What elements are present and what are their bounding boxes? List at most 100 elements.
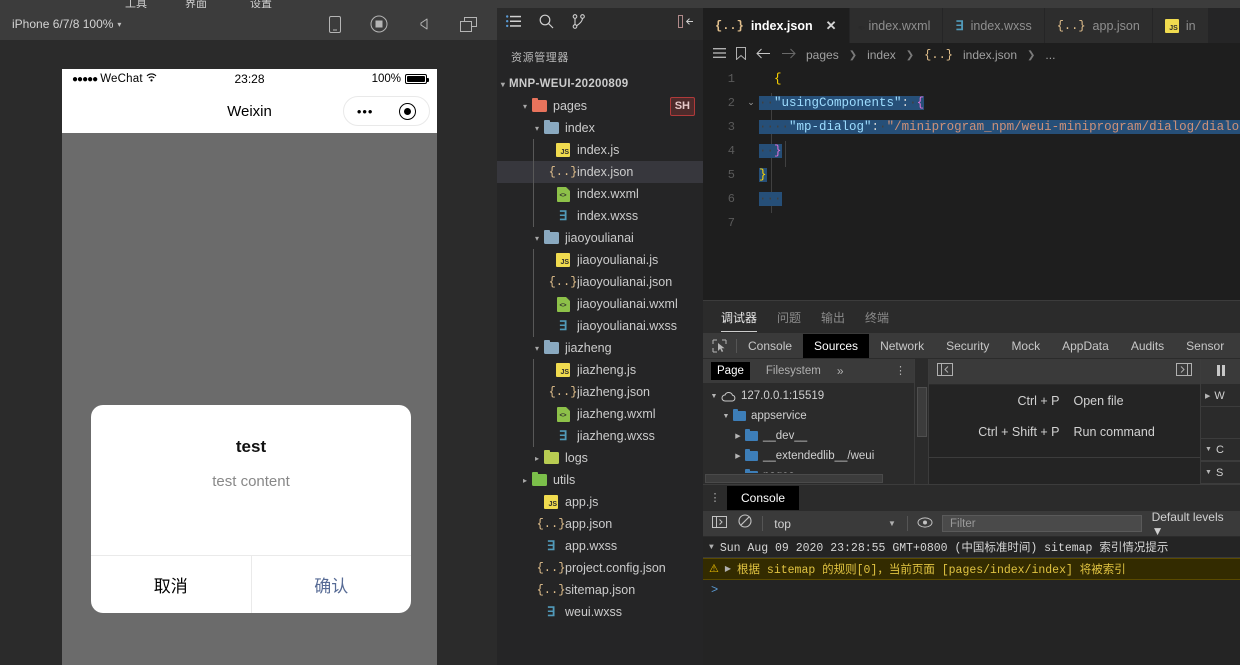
tree-item-jiaoyoulianai-json[interactable]: ▸{..}jiaoyoulianai.json	[497, 271, 703, 293]
wechat-capsule[interactable]: •••	[343, 96, 430, 126]
tree-item-jiaoyoulianai-wxss[interactable]: ▸∃jiaoyoulianai.wxss	[497, 315, 703, 337]
devtools-tab-security[interactable]: Security	[935, 334, 1000, 358]
chevron-down-icon[interactable]: ▾	[497, 80, 509, 89]
target-icon[interactable]	[399, 102, 417, 120]
sources-tree-item[interactable]: ▼ 127.0.0.1:15519	[703, 386, 914, 406]
execution-context-selector[interactable]: top ▼	[768, 517, 902, 531]
volume-icon[interactable]	[417, 17, 431, 31]
sources-nav-tab-filesystem[interactable]: Filesystem	[760, 362, 827, 380]
tree-item-index-wxss[interactable]: ▸∃index.wxss	[497, 205, 703, 227]
window-icon[interactable]	[460, 16, 477, 32]
log-levels-selector[interactable]: Default levels ▼	[1152, 510, 1236, 538]
breadcrumb-item-1[interactable]: index	[867, 48, 896, 62]
devtools-tab-appdata[interactable]: AppData	[1051, 334, 1120, 358]
search-icon[interactable]	[539, 14, 554, 34]
tree-item-jiaoyoulianai-wxml[interactable]: ▸jiaoyoulianai.wxml	[497, 293, 703, 315]
chevron-down-icon[interactable]: ▾	[519, 102, 531, 111]
editor-tab-index-wxml[interactable]: index.wxml	[849, 8, 944, 43]
tree-item-weui-wxss[interactable]: ▸∃weui.wxss	[497, 601, 703, 623]
devtools-panel-tab[interactable]: 终端	[865, 303, 889, 331]
breadcrumb-item-0[interactable]: pages	[806, 48, 839, 62]
devtools-panel-tab[interactable]: 问题	[777, 303, 801, 331]
chevron-down-icon[interactable]: ▾	[117, 20, 121, 29]
clear-console-icon[interactable]	[732, 514, 757, 533]
tree-item-app-js[interactable]: ▸JSapp.js	[497, 491, 703, 513]
devtools-tab-sensor[interactable]: Sensor	[1175, 334, 1235, 358]
tree-item-utils[interactable]: ▸ utils	[497, 469, 703, 491]
vertical-scrollbar[interactable]	[915, 359, 929, 484]
editor-tab-in[interactable]: JS in	[1152, 8, 1209, 43]
code-editor[interactable]: 1 {2 ⌄ ··"usingComponents":·{3 ····"mp-dial…	[703, 67, 1240, 300]
debugger-section[interactable]: ▼ C	[1201, 439, 1240, 461]
sources-tree-item[interactable]: ▶pages	[703, 466, 914, 473]
back-arrow-icon[interactable]	[756, 48, 771, 62]
devtools-tab-mock[interactable]: Mock	[1000, 334, 1051, 358]
debugger-section[interactable]: ▶ W	[1201, 385, 1240, 407]
menu-item-2[interactable]: 设置	[250, 0, 272, 8]
chevron-right-icon[interactable]: ▶	[1205, 392, 1210, 400]
editor-tab-app-json[interactable]: {..} app.json	[1044, 8, 1153, 43]
show-debugger-icon[interactable]	[1176, 362, 1192, 381]
console-group-message[interactable]: ▼ Sun Aug 09 2020 23:28:55 GMT+0800 (中国标…	[703, 537, 1240, 558]
fold-icon[interactable]: ⌄	[743, 98, 759, 108]
tree-item-jiazheng-js[interactable]: ▸JSjiazheng.js	[497, 359, 703, 381]
source-control-icon[interactable]	[572, 14, 586, 34]
tree-item-project-config-json[interactable]: ▸{..}project.config.json	[497, 557, 703, 579]
menu-item-1[interactable]: 界面	[185, 0, 207, 8]
tree-item-sitemap-json[interactable]: ▸{..}sitemap.json	[497, 579, 703, 601]
sources-nav-tab-page[interactable]: Page	[711, 362, 750, 380]
breadcrumb-item-3[interactable]: ...	[1045, 48, 1055, 62]
chevron-right-icon[interactable]: ▸	[531, 454, 543, 463]
devtools-tab-sources[interactable]: Sources	[803, 333, 870, 358]
chevron-right-icon[interactable]: ▶	[731, 432, 745, 440]
devtools-panel-tab[interactable]: 调试器	[721, 303, 758, 332]
tree-item-jiazheng-wxml[interactable]: ▸jiazheng.wxml	[497, 403, 703, 425]
tree-item-app-wxss[interactable]: ▸∃app.wxss	[497, 535, 703, 557]
tab-console[interactable]: Console	[727, 486, 800, 510]
tree-item-jiazheng[interactable]: ▾ jiazheng	[497, 337, 703, 359]
chevron-down-icon[interactable]: ▼	[888, 519, 902, 528]
sources-tree-item[interactable]: ▶ __extendedlib__/weui	[703, 446, 914, 466]
tree-item-jiaoyoulianai-js[interactable]: ▸JSjiaoyoulianai.js	[497, 249, 703, 271]
chevron-down-icon[interactable]: ▾	[531, 234, 543, 243]
chevron-down-icon[interactable]: ▼	[719, 413, 733, 420]
devtools-tab-console[interactable]: Console	[737, 334, 803, 358]
tree-item-app-json[interactable]: ▸{..}app.json	[497, 513, 703, 535]
more-dots-icon[interactable]: •••	[357, 105, 374, 118]
chevron-down-icon[interactable]: ▼	[1205, 469, 1212, 476]
console-sidebar-icon[interactable]	[707, 515, 732, 533]
menu-item-0[interactable]: 工具	[125, 0, 147, 8]
tree-item-pages[interactable]: ▾ pages SH	[497, 95, 703, 117]
breadcrumb-toggle-icon[interactable]	[713, 48, 726, 62]
close-icon[interactable]: ✕	[826, 18, 837, 34]
chevron-down-icon[interactable]: ▼	[1205, 446, 1212, 453]
tree-item-index-wxml[interactable]: ▸index.wxml	[497, 183, 703, 205]
chevron-right-icon[interactable]: ▶	[725, 564, 731, 574]
tree-item-jiazheng-json[interactable]: ▸{..}jiazheng.json	[497, 381, 703, 403]
more-tabs-icon[interactable]: »	[837, 364, 844, 378]
bookmark-icon[interactable]	[736, 47, 746, 63]
chevron-right-icon[interactable]: ▶	[731, 452, 745, 460]
tree-item-jiaoyoulianai[interactable]: ▾ jiaoyoulianai	[497, 227, 703, 249]
chevron-down-icon[interactable]: ▾	[531, 124, 543, 133]
sources-tree-item[interactable]: ▼ appservice	[703, 406, 914, 426]
more-options-icon[interactable]: ⋮	[895, 366, 906, 377]
tree-item-logs[interactable]: ▸ logs	[497, 447, 703, 469]
tree-root-row[interactable]: ▾ MNP-WEUI-20200809	[497, 73, 703, 95]
devtools-tab-network[interactable]: Network	[869, 334, 935, 358]
console-filter-input[interactable]: Filter	[942, 515, 1142, 532]
sources-tree-item[interactable]: ▶ __dev__	[703, 426, 914, 446]
more-options-icon[interactable]: ⋮	[703, 493, 727, 504]
debugger-section[interactable]: ▼ S	[1201, 462, 1240, 484]
pause-icon[interactable]	[1216, 363, 1226, 381]
phone-icon[interactable]	[329, 15, 341, 33]
chevron-down-icon[interactable]: ▼	[709, 543, 714, 552]
tree-item-index[interactable]: ▾ index	[497, 117, 703, 139]
devtools-panel-tab[interactable]: 输出	[821, 303, 845, 331]
live-expression-icon[interactable]	[913, 515, 938, 533]
record-icon[interactable]	[370, 15, 388, 33]
chevron-down-icon[interactable]: ▾	[531, 344, 543, 353]
breadcrumb-item-2[interactable]: index.json	[963, 48, 1017, 62]
console-prompt[interactable]: >	[703, 580, 1240, 600]
editor-tab-index-wxss[interactable]: ∃ index.wxss	[943, 8, 1045, 43]
